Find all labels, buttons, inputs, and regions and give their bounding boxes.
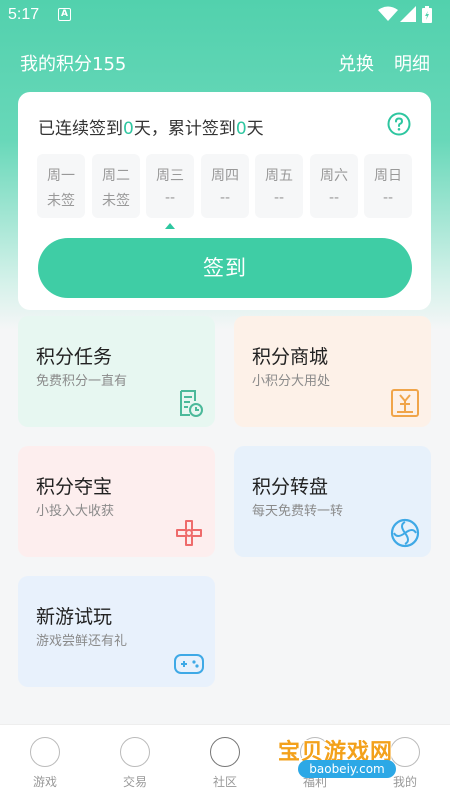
day-mon: 周一 未签: [37, 154, 85, 218]
summary-middle: 天，累计签到: [133, 119, 236, 139]
nav-label: 交易: [122, 775, 147, 789]
exchange-link[interactable]: 兑换: [338, 50, 374, 76]
nav-community[interactable]: 社区: [180, 725, 270, 800]
detail-link[interactable]: 明细: [394, 50, 430, 76]
day-name: 周六: [320, 168, 348, 184]
shop-icon: [391, 389, 419, 417]
sign-in-card: 已连续签到0天，累计签到0天 周一 未签 周二 未签 周三 -- 周四 -- 周…: [18, 92, 431, 310]
status-icons: [378, 6, 438, 24]
wifi-icon: [378, 6, 398, 21]
card-title: 积分任务: [36, 346, 113, 368]
spin-wheel-icon: [390, 518, 420, 548]
card-subtitle: 小投入大收获: [36, 504, 115, 519]
points-title: 我的积分155: [20, 54, 127, 75]
windmill-icon: [176, 520, 202, 546]
day-tue: 周二 未签: [92, 154, 140, 218]
day-sun: 周日 --: [364, 154, 412, 218]
card-title: 新游试玩: [36, 606, 113, 628]
points-treasure-card[interactable]: 积分夺宝 小投入大收获: [18, 446, 215, 557]
day-status: 未签: [102, 193, 130, 209]
app-screen: 5:17 A 我的积分155 兑换 明细 已连续签到0天，累计签到0天 周一 未…: [0, 0, 450, 800]
day-status: 未签: [47, 193, 75, 209]
card-title: 积分转盘: [252, 476, 329, 498]
card-subtitle: 每天免费转一转: [252, 504, 344, 519]
points-mall-card[interactable]: 积分商城 小积分大用处: [234, 316, 431, 427]
day-wed: 周三 --: [146, 154, 194, 218]
day-name: 周二: [102, 168, 130, 184]
card-subtitle: 免费积分一直有: [36, 374, 128, 389]
card-subtitle: 游戏尝鲜还有礼: [36, 634, 128, 649]
day-fri: 周五 --: [255, 154, 303, 218]
summary-suffix: 天: [246, 119, 264, 139]
battery-icon: [422, 6, 432, 23]
points-task-card[interactable]: 积分任务 免费积分一直有: [18, 316, 215, 427]
day-status: --: [219, 190, 231, 206]
continuous-days: 0: [123, 119, 134, 139]
day-name: 周三: [156, 168, 184, 184]
day-name: 周一: [47, 168, 75, 184]
card-subtitle: 小积分大用处: [252, 374, 331, 389]
sign-in-button[interactable]: 签到: [38, 238, 412, 298]
status-bar: 5:17 A: [0, 0, 450, 30]
gamepad-icon: [174, 654, 204, 674]
day-sat: 周六 --: [310, 154, 358, 218]
trade-icon: [120, 737, 150, 767]
task-clock-icon: [180, 390, 203, 417]
sign-summary: 已连续签到0天，累计签到0天: [38, 114, 264, 139]
card-title: 积分商城: [252, 346, 329, 368]
status-time: 5:17: [8, 6, 40, 23]
card-title: 积分夺宝: [36, 476, 113, 498]
day-status: --: [273, 190, 285, 206]
day-name: 周四: [211, 168, 239, 184]
day-status: --: [328, 190, 340, 206]
community-icon: [210, 737, 240, 767]
nav-label: 游戏: [32, 775, 57, 789]
day-thu: 周四 --: [201, 154, 249, 218]
site-watermark: 宝贝游戏网 baobeiy.com: [272, 708, 432, 786]
signal-icon: [400, 6, 416, 22]
today-pointer-icon: [165, 223, 175, 229]
notification-app-icon: A: [58, 8, 71, 21]
new-game-trial-card[interactable]: 新游试玩 游戏尝鲜还有礼: [18, 576, 215, 687]
nav-label: 社区: [212, 775, 237, 789]
help-icon[interactable]: [387, 112, 411, 136]
day-name: 周五: [265, 168, 293, 184]
points-wheel-card[interactable]: 积分转盘 每天免费转一转: [234, 446, 431, 557]
day-status: --: [382, 190, 394, 206]
game-icon: [30, 737, 60, 767]
nav-trade[interactable]: 交易: [90, 725, 180, 800]
day-status: --: [164, 190, 176, 206]
page-header: 我的积分155 兑换 明细: [0, 44, 450, 78]
total-days: 0: [235, 119, 247, 139]
week-days: 周一 未签 周二 未签 周三 -- 周四 -- 周五 -- 周六 -- 周日 -…: [37, 154, 413, 218]
summary-prefix: 已连续签到: [38, 119, 123, 139]
watermark-url: baobeiy.com: [298, 760, 396, 778]
day-name: 周日: [374, 168, 402, 184]
nav-game[interactable]: 游戏: [0, 725, 90, 800]
